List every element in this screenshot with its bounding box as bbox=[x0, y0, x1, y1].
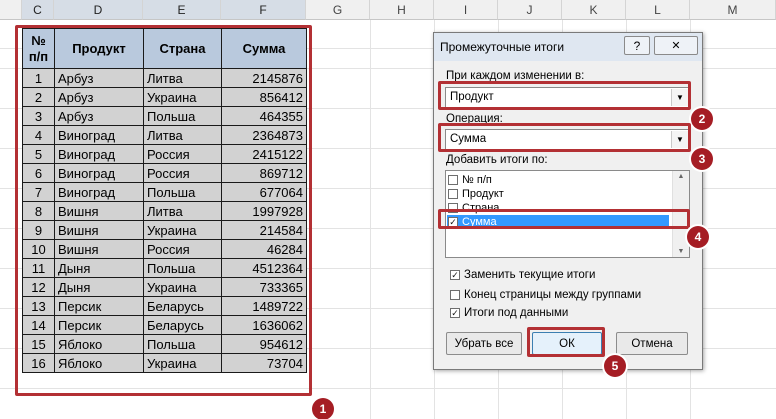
annotation-box-ok bbox=[527, 327, 605, 357]
field-item-product[interactable]: Продукт bbox=[448, 187, 504, 201]
checkbox[interactable] bbox=[450, 290, 460, 300]
add-to-label: Добавить итоги по: bbox=[446, 154, 548, 166]
row-header-corner bbox=[0, 0, 22, 20]
option-label: Заменить текущие итоги bbox=[464, 269, 596, 281]
column-letter: K bbox=[589, 2, 598, 17]
close-button[interactable]: ✕ bbox=[654, 36, 698, 55]
column-header-l[interactable]: L bbox=[626, 0, 690, 20]
annotation-box-group-by bbox=[438, 81, 691, 110]
column-header-d[interactable]: D bbox=[54, 0, 143, 20]
column-letter: M bbox=[727, 2, 738, 17]
badge-number: 2 bbox=[698, 112, 706, 126]
help-button[interactable]: ? bbox=[624, 36, 650, 55]
column-header-k[interactable]: K bbox=[562, 0, 626, 20]
page-break-option[interactable]: Конец страницы между группами bbox=[450, 288, 641, 302]
column-letter: H bbox=[397, 2, 406, 17]
option-label: Итоги под данными bbox=[464, 307, 569, 319]
column-letter: F bbox=[259, 2, 267, 17]
annotation-box-function bbox=[438, 123, 691, 152]
column-header-h[interactable]: H bbox=[370, 0, 434, 20]
badge-number: 4 bbox=[694, 230, 702, 244]
column-letter: I bbox=[463, 2, 468, 17]
dialog-titlebar[interactable]: Промежуточные итоги ? ✕ bbox=[434, 33, 702, 61]
close-icon: ✕ bbox=[671, 40, 681, 52]
column-header-i[interactable]: I bbox=[434, 0, 498, 20]
cancel-button[interactable]: Отмена bbox=[616, 332, 688, 355]
column-header-m[interactable]: M bbox=[690, 0, 776, 20]
column-letter: L bbox=[654, 2, 661, 17]
badge-number: 1 bbox=[319, 402, 327, 416]
checkmark-icon[interactable]: ✓ bbox=[450, 308, 460, 318]
column-header-f[interactable]: F bbox=[221, 0, 306, 20]
scroll-up-icon[interactable]: ▲ bbox=[673, 173, 689, 180]
annotation-badge-4: 4 bbox=[687, 226, 709, 248]
field-label: Продукт bbox=[462, 188, 504, 200]
spreadsheet[interactable]: C D E F G H I J K L M № п/п Продукт Стра… bbox=[0, 0, 776, 419]
field-item-number[interactable]: № п/п bbox=[448, 173, 492, 187]
badge-number: 3 bbox=[698, 152, 706, 166]
annotation-badge-2: 2 bbox=[691, 108, 713, 130]
column-header-g[interactable]: G bbox=[306, 0, 370, 20]
column-header-j[interactable]: J bbox=[498, 0, 562, 20]
checkbox[interactable] bbox=[448, 189, 458, 199]
dialog-title: Промежуточные итоги bbox=[440, 40, 565, 54]
gridline bbox=[370, 20, 371, 419]
checkmark-icon[interactable]: ✓ bbox=[450, 270, 460, 280]
remove-all-button[interactable]: Убрать все bbox=[446, 332, 522, 355]
column-letter: D bbox=[93, 2, 103, 17]
button-label: Убрать все bbox=[454, 337, 514, 350]
button-label: Отмена bbox=[631, 337, 673, 350]
annotation-badge-1: 1 bbox=[312, 398, 334, 419]
column-letter: E bbox=[177, 2, 186, 17]
column-header-c[interactable]: C bbox=[22, 0, 54, 20]
annotation-box-table bbox=[15, 25, 312, 396]
option-label: Конец страницы между группами bbox=[464, 289, 642, 301]
annotation-box-sum-field bbox=[438, 209, 690, 229]
column-letter: G bbox=[332, 2, 343, 17]
annotation-badge-3: 3 bbox=[691, 148, 713, 170]
column-header-e[interactable]: E bbox=[143, 0, 221, 20]
annotation-badge-5: 5 bbox=[604, 355, 626, 377]
help-icon: ? bbox=[633, 38, 641, 53]
replace-totals-option[interactable]: ✓ Заменить текущие итоги bbox=[450, 268, 595, 282]
checkbox[interactable] bbox=[448, 175, 458, 185]
scroll-down-icon[interactable]: ▼ bbox=[673, 248, 689, 255]
badge-number: 5 bbox=[611, 359, 619, 373]
column-letter: J bbox=[526, 2, 533, 17]
summary-below-option[interactable]: ✓ Итоги под данными bbox=[450, 306, 568, 320]
field-label: № п/п bbox=[462, 174, 492, 186]
column-letter: C bbox=[33, 2, 42, 17]
